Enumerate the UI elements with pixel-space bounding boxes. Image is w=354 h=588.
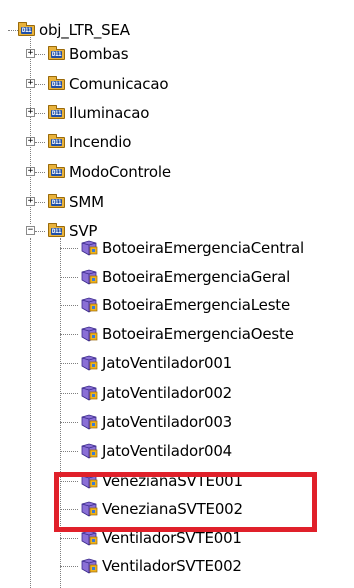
expand-icon[interactable]: + bbox=[26, 79, 35, 88]
tree-item-incendio[interactable]: + D11 Incendio bbox=[24, 130, 131, 154]
tree-item-label: JatoVentilador002 bbox=[102, 384, 233, 402]
highlight-box bbox=[54, 472, 317, 532]
expand-icon[interactable]: + bbox=[26, 197, 35, 206]
tree-item-label: SMM bbox=[69, 193, 104, 211]
tree-connector bbox=[60, 334, 78, 335]
folder-icon: D11 bbox=[18, 21, 35, 36]
tree-item-comunicacao[interactable]: + D11 Comunicacao bbox=[24, 72, 169, 96]
folder-icon: D11 bbox=[48, 133, 65, 148]
tree-connector bbox=[35, 54, 45, 55]
tree-connector bbox=[35, 84, 45, 85]
object-tree: D11 obj_LTR_SEA + D11 Bombas + D11 Comun… bbox=[0, 0, 354, 588]
tree-item-label: Incendio bbox=[69, 133, 132, 151]
tree-item-label: JatoVentilador001 bbox=[102, 354, 233, 372]
tree-item-label: BotoeiraEmergenciaLeste bbox=[102, 296, 291, 314]
tree-item-label: VentiladorSVTE002 bbox=[102, 557, 242, 575]
tree-connector bbox=[60, 305, 78, 306]
folder-icon: D11 bbox=[48, 45, 65, 60]
tree-item-label: JatoVentilador003 bbox=[102, 413, 233, 431]
tree-connector bbox=[35, 202, 45, 203]
folder-icon: D11 bbox=[48, 222, 65, 237]
tree-item-botoeiraemergenciacentral[interactable]: BotoeiraEmergenciaCentral bbox=[60, 236, 304, 260]
tree-root-item[interactable]: D11 obj_LTR_SEA bbox=[8, 18, 130, 42]
tree-connector bbox=[35, 113, 45, 114]
object-icon bbox=[80, 557, 98, 575]
tree-item-label: BotoeiraEmergenciaOeste bbox=[102, 325, 294, 343]
tree-connector bbox=[35, 231, 45, 232]
tree-item-jatoventilador001[interactable]: JatoVentilador001 bbox=[60, 351, 232, 375]
expand-icon[interactable]: + bbox=[26, 137, 35, 146]
tree-connector bbox=[60, 393, 78, 394]
tree-item-modocontrole[interactable]: + D11 ModoControle bbox=[24, 160, 171, 184]
tree-item-ventiladorsvte002[interactable]: VentiladorSVTE002 bbox=[60, 554, 242, 578]
folder-icon: D11 bbox=[48, 163, 65, 178]
expand-icon[interactable]: + bbox=[26, 108, 35, 117]
tree-item-smm[interactable]: + D11 SMM bbox=[24, 190, 104, 214]
tree-connector bbox=[60, 248, 78, 249]
object-icon bbox=[80, 325, 98, 343]
folder-icon: D11 bbox=[48, 193, 65, 208]
tree-connector bbox=[60, 363, 78, 364]
object-icon bbox=[80, 384, 98, 402]
collapse-icon[interactable]: − bbox=[26, 226, 35, 235]
tree-item-label: BotoeiraEmergenciaGeral bbox=[102, 268, 291, 286]
tree-item-botoeiraemergenciageral[interactable]: BotoeiraEmergenciaGeral bbox=[60, 265, 290, 289]
tree-item-jatoventilador004[interactable]: JatoVentilador004 bbox=[60, 439, 232, 463]
tree-connector bbox=[60, 422, 78, 423]
tree-root-label: obj_LTR_SEA bbox=[39, 21, 130, 39]
expand-icon[interactable]: + bbox=[26, 167, 35, 176]
folder-icon: D11 bbox=[48, 75, 65, 90]
tree-connector-left bbox=[30, 238, 31, 588]
tree-item-label: Iluminacao bbox=[69, 104, 150, 122]
tree-connector bbox=[60, 566, 78, 567]
tree-item-botoeiraemergencialeste[interactable]: BotoeiraEmergenciaLeste bbox=[60, 293, 290, 317]
tree-item-label: Bombas bbox=[69, 45, 129, 63]
object-icon bbox=[80, 354, 98, 372]
expand-icon[interactable]: + bbox=[26, 49, 35, 58]
tree-item-label: ModoControle bbox=[69, 163, 171, 181]
object-icon bbox=[80, 442, 98, 460]
object-icon bbox=[80, 239, 98, 257]
tree-item-iluminacao[interactable]: + D11 Iluminacao bbox=[24, 101, 149, 125]
tree-connector bbox=[8, 30, 18, 31]
tree-item-jatoventilador002[interactable]: JatoVentilador002 bbox=[60, 381, 232, 405]
object-icon bbox=[80, 413, 98, 431]
tree-connector bbox=[35, 142, 45, 143]
tree-item-label: Comunicacao bbox=[69, 75, 169, 93]
object-icon bbox=[80, 296, 98, 314]
tree-item-bombas[interactable]: + D11 Bombas bbox=[24, 42, 129, 66]
object-icon bbox=[80, 268, 98, 286]
tree-connector bbox=[60, 451, 78, 452]
tree-item-jatoventilador003[interactable]: JatoVentilador003 bbox=[60, 410, 232, 434]
tree-item-label: BotoeiraEmergenciaCentral bbox=[102, 239, 304, 257]
tree-connector bbox=[35, 172, 45, 173]
folder-icon: D11 bbox=[48, 104, 65, 119]
tree-connector bbox=[60, 538, 78, 539]
tree-item-label: JatoVentilador004 bbox=[102, 442, 233, 460]
tree-connector bbox=[60, 277, 78, 278]
tree-item-botoeiraemergenciaoeste[interactable]: BotoeiraEmergenciaOeste bbox=[60, 322, 294, 346]
